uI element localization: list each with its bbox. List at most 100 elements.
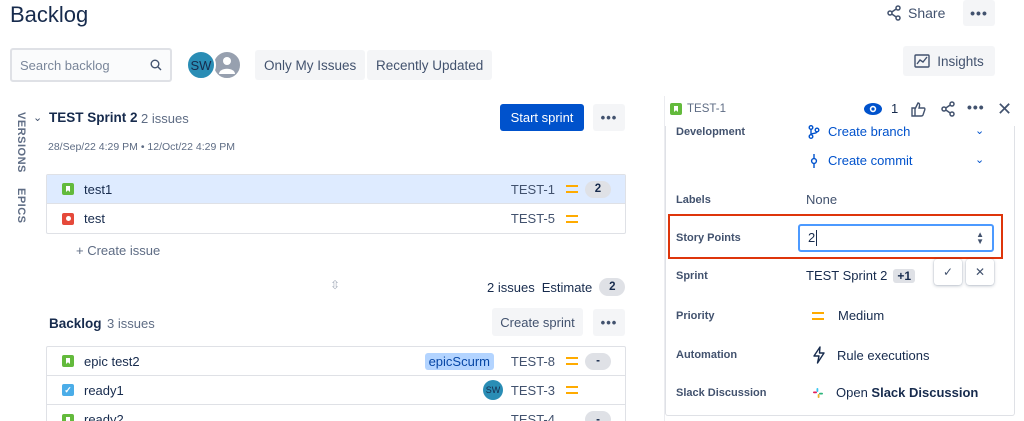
story-points-label: Story Points: [676, 232, 741, 244]
priority-medium-icon: [566, 214, 578, 223]
create-commit-label: Create commit: [828, 153, 913, 168]
story-points-input[interactable]: 2 ▲ ▼: [798, 224, 994, 252]
sprint-value[interactable]: TEST Sprint 2 +1: [806, 268, 916, 283]
priority-medium-icon: [566, 185, 578, 193]
chevron-down-icon[interactable]: ⌄: [975, 124, 984, 137]
priority-value[interactable]: Medium: [812, 308, 884, 323]
table-row[interactable]: ready1 SW TEST-3: [47, 376, 625, 405]
rule-executions-link[interactable]: Rule executions: [812, 346, 930, 364]
estimate-badge: 2: [599, 278, 626, 296]
table-row[interactable]: test1 TEST-1 2: [47, 175, 625, 204]
create-issue-button[interactable]: + Create issue: [76, 243, 160, 258]
sprint-issue-list: test1 TEST-1 2 test TEST-5: [46, 174, 626, 234]
generic-avatar-icon[interactable]: [212, 50, 242, 80]
insights-button[interactable]: Insights: [903, 46, 995, 76]
story-icon: [62, 183, 74, 195]
eye-icon: [864, 102, 882, 115]
story-icon: [62, 413, 74, 421]
table-row[interactable]: ready2 TEST-4 ︿ -: [47, 405, 625, 421]
share-label: Share: [908, 5, 946, 21]
watch-count: 1: [891, 101, 899, 116]
issue-summary: ready1: [84, 382, 124, 398]
estimate-badge[interactable]: -: [585, 411, 611, 421]
bug-icon: [62, 212, 74, 225]
estimate-badge[interactable]: -: [585, 352, 611, 370]
estimate-badge[interactable]: 2: [585, 180, 611, 198]
search-icon: [150, 59, 162, 71]
create-branch-label: Create branch: [828, 124, 911, 139]
automation-label: Automation: [676, 349, 738, 361]
sprint-issue-count: 2 issues: [141, 111, 189, 126]
backlog-issue-list: epic test2 epicScurm TEST-8 - ready1 SW …: [46, 346, 626, 421]
create-sprint-button[interactable]: Create sprint: [492, 308, 583, 336]
sprint-extra-badge: +1: [893, 268, 916, 283]
share-icon: [887, 5, 901, 21]
issue-key[interactable]: TEST-3: [511, 383, 555, 398]
panel-issue-key[interactable]: TEST-1: [670, 103, 726, 115]
sprint-more-button[interactable]: •••: [593, 104, 625, 131]
story-icon: [62, 355, 74, 367]
labels-label: Labels: [676, 194, 711, 206]
cancel-button[interactable]: ✕: [966, 259, 994, 285]
create-branch-link[interactable]: Create branch: [808, 124, 910, 139]
backlog-issue-count: 3 issues: [107, 316, 155, 331]
table-row[interactable]: epic test2 epicScurm TEST-8 -: [47, 347, 625, 376]
confirm-button[interactable]: ✓: [934, 259, 962, 285]
open-slack-link[interactable]: Open Slack Discussion: [812, 385, 978, 400]
watch-button[interactable]: 1: [863, 101, 898, 116]
close-icon[interactable]: ✕: [997, 99, 1012, 120]
only-my-issues-filter[interactable]: Only My Issues: [255, 50, 366, 80]
sprint-value-label: TEST Sprint 2: [806, 268, 888, 283]
priority-medium-icon: [566, 386, 578, 394]
priority-label: Priority: [676, 310, 715, 322]
drag-handle-icon[interactable]: ⇳: [330, 278, 340, 292]
avatar[interactable]: SW: [186, 50, 216, 80]
insights-label: Insights: [937, 53, 984, 69]
slack-label: Slack Discussion: [676, 387, 767, 399]
issue-summary: test: [84, 211, 105, 226]
epic-lozenge[interactable]: epicScurm: [424, 352, 494, 370]
backlog-more-button[interactable]: •••: [593, 309, 625, 336]
start-sprint-button[interactable]: Start sprint: [500, 104, 584, 131]
task-icon: [62, 384, 74, 396]
chevron-down-icon[interactable]: ⌄: [975, 153, 984, 166]
thumbs-up-icon[interactable]: [910, 101, 926, 122]
slack-icon: [813, 387, 823, 398]
more-icon[interactable]: •••: [967, 99, 985, 115]
table-row[interactable]: test TEST-5: [47, 204, 625, 233]
create-commit-link[interactable]: Create commit: [808, 153, 913, 168]
development-label: Development: [676, 126, 746, 138]
labels-value[interactable]: None: [806, 192, 837, 207]
priority-value-label: Medium: [838, 308, 885, 323]
backlog-title: Backlog: [49, 316, 102, 331]
commit-icon: [810, 153, 818, 168]
more-actions-button[interactable]: •••: [963, 0, 995, 26]
story-icon: [670, 103, 682, 115]
sprint-dates: 28/Sep/22 4:29 PM • 12/Oct/22 4:29 PM: [48, 141, 235, 153]
panel-issue-key-label: TEST-1: [687, 103, 726, 115]
slack-prefix: Open: [836, 385, 872, 400]
sprint-name: TEST Sprint 2: [49, 110, 138, 125]
slack-bold: Slack Discussion: [871, 385, 979, 400]
share-icon[interactable]: [940, 101, 956, 122]
recently-updated-filter[interactable]: Recently Updated: [367, 50, 493, 80]
epics-tab[interactable]: EPICS: [15, 188, 27, 224]
search-input[interactable]: Search backlog: [10, 48, 172, 82]
versions-tab[interactable]: VERSIONS: [15, 112, 27, 173]
issue-key[interactable]: TEST-4: [511, 412, 555, 421]
chevron-down-icon[interactable]: ⌄: [33, 111, 42, 124]
avatar[interactable]: SW: [483, 380, 503, 400]
sprint-summary-estimate-label: Estimate: [541, 279, 593, 295]
page-title: Backlog: [10, 2, 89, 27]
priority-medium-icon: [566, 357, 578, 365]
share-button[interactable]: Share: [886, 2, 945, 24]
story-points-value: 2: [808, 229, 816, 245]
issue-key[interactable]: TEST-5: [511, 211, 555, 226]
issue-key[interactable]: TEST-1: [511, 182, 555, 197]
issue-key[interactable]: TEST-8: [511, 354, 555, 369]
issue-summary: epic test2: [84, 353, 140, 369]
stepper-icon[interactable]: ▲ ▼: [976, 231, 984, 246]
sprint-label: Sprint: [676, 270, 708, 282]
search-placeholder: Search backlog: [20, 57, 110, 73]
issue-summary: test1: [84, 181, 113, 197]
